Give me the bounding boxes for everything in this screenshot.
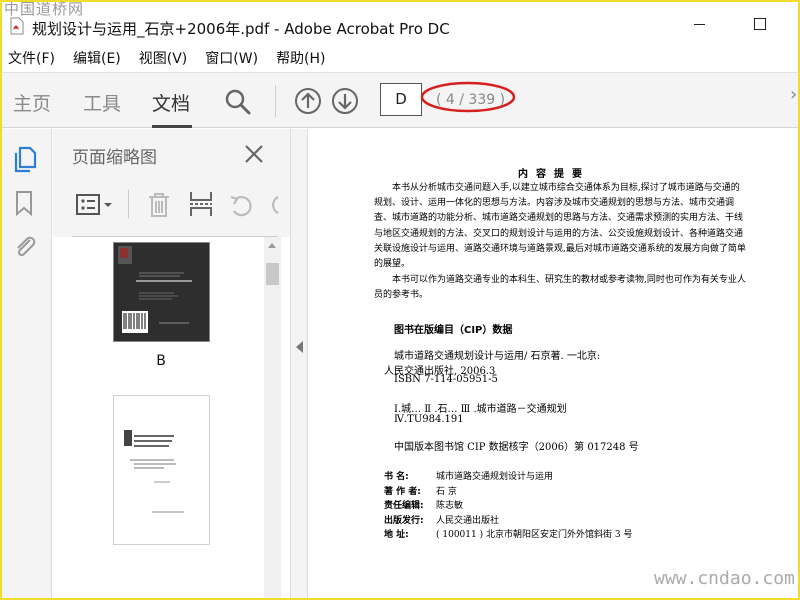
panel-title: 页面缩略图 <box>72 148 157 168</box>
tab-tools[interactable]: 工具 <box>83 89 121 116</box>
more-icon[interactable]: › <box>790 84 797 105</box>
attachment-icon[interactable] <box>12 232 38 260</box>
panel-splitter[interactable] <box>290 129 308 600</box>
colophon-row: 著 作 者: 石 京 <box>384 487 457 497</box>
page-number-input[interactable]: D <box>380 83 422 116</box>
thumbnail-title-page-image <box>124 430 184 513</box>
scrollbar-thumb[interactable] <box>266 263 279 285</box>
cip-line-4: Ⅰ.城… Ⅱ .石… Ⅲ .城市道路－交通规划 <box>394 404 567 415</box>
rotate-left-icon[interactable] <box>228 192 256 218</box>
collapse-panel-icon[interactable] <box>296 341 303 353</box>
options-menu-icon[interactable] <box>76 193 116 217</box>
active-tab-indicator <box>152 125 192 128</box>
thumbnail-back-cover-image <box>114 243 209 341</box>
pdf-file-icon <box>10 17 24 35</box>
extract-pages-icon[interactable] <box>188 190 214 218</box>
menu-view[interactable]: 视图(V) <box>139 48 188 68</box>
menu-edit[interactable]: 编辑(E) <box>73 48 121 68</box>
menu-help[interactable]: 帮助(H) <box>276 48 325 68</box>
tools-separator <box>128 190 129 218</box>
cip-line-5: Ⅳ.TU984.191 <box>394 414 464 425</box>
scroll-up-icon[interactable] <box>268 243 276 248</box>
rotate-right-icon[interactable] <box>268 192 280 218</box>
thumbnail-label: B <box>156 353 166 369</box>
document-page: 内容提要 本书从分析城市交通问题入手,以建立城市综合交通体系为目标,探讨了城市道… <box>308 129 800 600</box>
tab-document[interactable]: 文档 <box>152 89 190 116</box>
trash-icon[interactable] <box>146 192 172 218</box>
toolbar-separator <box>275 85 276 117</box>
summary-paragraph-2: 本书可以作为道路交通专业的本科生、研究生的教材或参考读物,同时也可作为有关专业人… <box>374 275 746 301</box>
cip-heading: 图书在版编目（CIP）数据 <box>394 325 513 336</box>
menu-bar: 文件(F) 编辑(E) 视图(V) 窗口(W) 帮助(H) <box>0 44 800 72</box>
page-thumbnails-icon[interactable] <box>12 145 38 173</box>
page-thumbnail-title-page[interactable] <box>113 395 210 545</box>
summary-heading: 内容提要 <box>518 169 590 180</box>
left-rail <box>0 129 52 600</box>
colophon-row: 责任编辑: 陈志敏 <box>384 501 464 511</box>
window-title: 规划设计与运用_石京+2006年.pdf - Adobe Acrobat Pro… <box>32 20 450 38</box>
search-icon[interactable] <box>224 88 252 116</box>
thumbnails-panel: 页面缩略图 B <box>53 129 290 600</box>
previous-page-icon[interactable] <box>294 87 322 115</box>
colophon-row: 地 址:( 100011 ) 北京市朝阳区安定门外外馆斜街 3 号 <box>384 530 633 540</box>
menu-window[interactable]: 窗口(W) <box>205 48 258 68</box>
cip-line-3: ISBN 7-114-05951-5 <box>394 374 498 385</box>
colophon-row: 书 名: 城市道路交通规划设计与运用 <box>384 472 554 482</box>
thumbnail-tools <box>72 184 280 224</box>
tab-home[interactable]: 主页 <box>13 89 51 116</box>
watermark-bottom: www.cndao.com <box>654 568 795 589</box>
bookmark-icon[interactable] <box>12 189 36 217</box>
cip-line-1: 城市道路交通规划设计与运用/ 石京著. 一北京: <box>394 351 601 362</box>
maximize-button[interactable] <box>750 14 770 34</box>
next-page-icon[interactable] <box>331 87 359 115</box>
colophon-row: 出版发行: 人民交通出版社 <box>384 516 500 526</box>
summary-paragraph-1: 本书从分析城市交通问题入手,以建立城市综合交通体系为目标,探讨了城市道路与交通的… <box>374 183 746 270</box>
page-thumbnail-back-cover[interactable] <box>113 242 210 342</box>
menu-file[interactable]: 文件(F) <box>8 48 55 68</box>
thumbnail-list: B <box>53 237 290 600</box>
close-icon[interactable] <box>243 143 265 165</box>
minimize-button[interactable] <box>690 14 710 34</box>
page-count: ( 4 / 339 ) <box>436 92 506 108</box>
title-bar: 中国道桥网 规划设计与运用_石京+2006年.pdf - Adobe Acrob… <box>0 0 800 44</box>
thumbnail-scrollbar[interactable] <box>264 237 281 600</box>
cip-line-6: 中国版本图书馆 CIP 数据核字（2006）第 017248 号 <box>394 442 639 453</box>
